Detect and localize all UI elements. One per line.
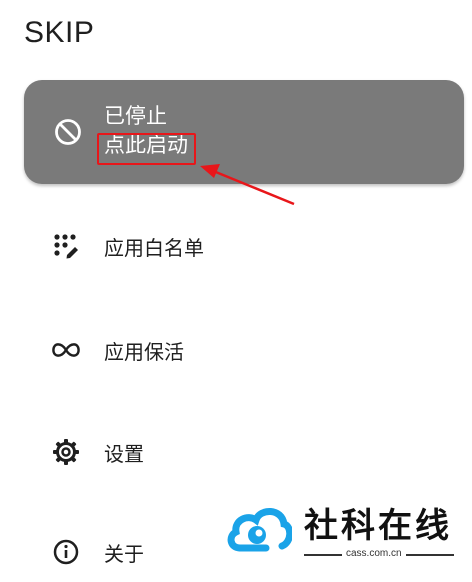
gear-icon xyxy=(52,438,80,466)
watermark: 社科在线 cass.com.cn xyxy=(218,490,472,572)
status-state-text: 已停止 xyxy=(104,104,167,128)
menu-label-keep-alive: 应用保活 xyxy=(104,339,184,364)
menu-label-about: 关于 xyxy=(104,541,144,566)
annotation-highlight-box xyxy=(97,133,196,165)
watermark-name: 社科在线 xyxy=(304,506,452,546)
app-title: SKIP xyxy=(24,16,95,49)
menu-label-app-whitelist: 应用白名单 xyxy=(104,235,204,260)
watermark-divider-right xyxy=(406,554,454,556)
menu-label-settings: 设置 xyxy=(104,441,144,466)
dots-edit-icon xyxy=(52,232,80,260)
info-icon xyxy=(52,538,80,566)
block-icon xyxy=(55,119,81,145)
menu-item-app-whitelist[interactable]: 应用白名单 xyxy=(0,216,472,276)
watermark-site: cass.com.cn xyxy=(346,548,402,559)
annotation-arrow xyxy=(200,164,295,206)
infinity-icon xyxy=(52,336,80,364)
watermark-divider-left xyxy=(304,554,342,556)
menu-item-settings[interactable]: 设置 xyxy=(0,422,472,482)
menu-item-keep-alive[interactable]: 应用保活 xyxy=(0,320,472,380)
cloud-logo-icon xyxy=(227,508,292,552)
